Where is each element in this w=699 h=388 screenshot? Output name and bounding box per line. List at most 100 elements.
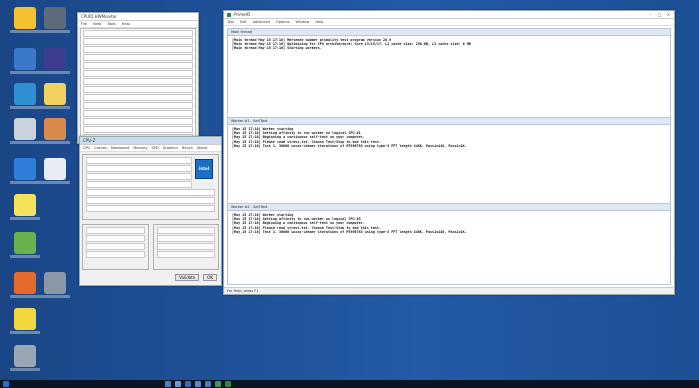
sensor-row [83,38,193,45]
clocks-cache-section [80,222,221,272]
sensor-row [83,94,193,101]
sensor-row [83,70,193,77]
menu-test[interactable]: Test [227,20,234,24]
this-pc-icon[interactable] [10,7,40,33]
field-row [156,251,215,258]
cache-group [152,224,219,270]
firefox-icon[interactable] [10,272,40,298]
menu-file[interactable]: File [81,22,87,26]
start-icon[interactable] [3,381,9,387]
log-line: [May 15 17:10] Test 1, 36000 Lucas-Lehme… [232,229,467,234]
hwmonitor-window[interactable]: CPUID HWMonitor File View Tools Help [77,12,199,149]
sensor-row [83,46,193,53]
field-row [86,189,215,196]
prime95-titlebar[interactable]: Prime95 – □ × [224,11,674,19]
menu-tools[interactable]: Tools [107,22,116,26]
image-icon[interactable] [10,232,40,258]
tab-graphics[interactable]: Graphics [163,146,178,150]
tab-memory[interactable]: Memory [133,146,147,150]
minimize-icon[interactable]: – [647,12,654,17]
taskbar-app-icon[interactable] [225,381,231,387]
taskbar-app-icon[interactable] [205,381,211,387]
prime95-title: Prime95 [234,12,251,17]
sensor-row [83,54,193,61]
prime95-statusbar: For Help, press F1 [224,287,674,294]
main-thread-log: [Main thread May 15 17:10] Mersenne numb… [228,36,670,53]
menu-edit[interactable]: Edit [240,20,247,24]
menu-help[interactable]: Help [122,22,130,26]
folder-icon[interactable] [40,83,70,109]
browser-icon[interactable] [10,83,40,109]
worker1-log: [May 15 17:10] Worker starting [May 15 1… [228,125,670,150]
field-row [86,227,145,234]
tab-caches[interactable]: Caches [94,146,107,150]
taskbar-app-icon[interactable] [165,381,171,387]
log-line: [May 15 17:10] Test 1, 36000 Lucas-Lehme… [232,143,467,148]
taskbar-app-icon[interactable] [185,381,191,387]
maximize-icon[interactable]: □ [656,12,663,17]
worker1-panel-title: Worker #1 - Self-Test [228,118,670,125]
field-row [86,197,215,204]
tool-icon[interactable] [40,272,70,298]
log-line: [Main thread May 15 17:10] Starting work… [232,46,322,51]
cpuz-tabs: CPU Caches Mainboard Memory SPD Graphics… [80,145,221,152]
worker2-panel[interactable]: Worker #2 - Self-Test [May 15 17:10] Wor… [227,203,671,285]
menu-window[interactable]: Window [296,20,310,24]
note-icon[interactable] [10,308,40,334]
clocks-group [82,224,149,270]
field-row [86,173,192,180]
taskbar [0,380,699,388]
field-row [86,205,215,212]
sensor-row [83,110,193,117]
sensor-row [83,62,193,69]
menu-view[interactable]: View [93,22,101,26]
menu-options[interactable]: Options [276,20,290,24]
utility-icon[interactable] [10,345,40,371]
menu-advanced[interactable]: Advanced [253,20,270,24]
taskbar-app-icon[interactable] [195,381,201,387]
worker1-panel[interactable]: Worker #1 - Self-Test [May 15 17:10] Wor… [227,117,671,204]
tab-bench[interactable]: Bench [182,146,193,150]
user-icon[interactable] [40,118,70,144]
sensor-row [83,102,193,109]
validate-button[interactable]: Validate [175,274,200,281]
field-row [156,243,215,250]
intel-logo-icon: intel [195,159,213,179]
field-row [86,157,192,164]
tab-spd[interactable]: SPD [152,146,159,150]
network-icon[interactable] [10,48,40,74]
menu-help[interactable]: Help [315,20,323,24]
tab-about[interactable]: About [197,146,207,150]
main-thread-panel[interactable]: Main thread [Main thread May 15 17:10] M… [227,28,671,118]
field-row [156,235,215,242]
field-row [86,235,145,242]
app-icon[interactable] [40,7,70,33]
metro-icon[interactable] [10,158,40,184]
sensor-row [83,118,193,125]
recycle-bin-icon[interactable] [10,118,40,144]
tab-cpu[interactable]: CPU [83,146,90,150]
sensor-row [83,86,193,93]
worker2-log: [May 15 17:10] Worker starting [May 15 1… [228,211,670,236]
taskbar-app-icon[interactable] [175,381,181,387]
notes-icon[interactable] [10,194,40,220]
cpuz-window[interactable]: CPU-Z CPU Caches Mainboard Memory SPD Gr… [79,136,222,286]
close-icon[interactable]: × [665,12,672,17]
sensor-row [83,78,193,85]
hwmonitor-title: CPUID HWMonitor [81,14,117,19]
prime95-window[interactable]: Prime95 – □ × Test Edit Advanced Options… [223,10,675,295]
ok-button[interactable]: OK [203,274,217,281]
sensor-row [83,30,193,37]
program-icon[interactable] [40,48,70,74]
field-row [86,251,145,258]
tab-mainboard[interactable]: Mainboard [111,146,129,150]
cpuz-footer: Validate OK [80,272,221,283]
cpuz-titlebar[interactable]: CPU-Z [80,137,221,145]
worker2-panel-title: Worker #2 - Self-Test [228,204,670,211]
hwmonitor-titlebar[interactable]: CPUID HWMonitor [78,13,198,21]
prime95-app-icon [227,12,231,17]
taskbar-app-icon[interactable] [215,381,221,387]
processor-group: intel [82,154,219,220]
prime95-menubar: Test Edit Advanced Options Window Help [224,19,674,26]
document-icon[interactable] [40,158,70,184]
